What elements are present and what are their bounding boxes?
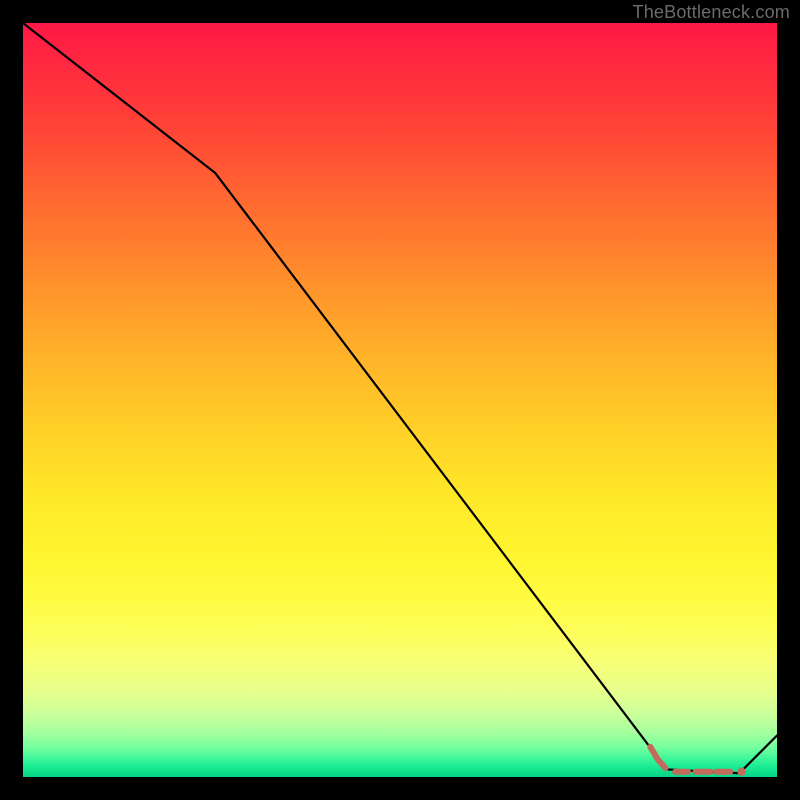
curve-layer xyxy=(23,23,777,776)
plot-area xyxy=(23,23,777,777)
curve-notch xyxy=(650,747,665,768)
chart-svg xyxy=(23,23,777,777)
bottleneck-curve xyxy=(23,23,777,773)
attribution-text: TheBottleneck.com xyxy=(633,2,790,23)
baseline-dot xyxy=(737,768,745,776)
chart-stage: TheBottleneck.com xyxy=(0,0,800,800)
